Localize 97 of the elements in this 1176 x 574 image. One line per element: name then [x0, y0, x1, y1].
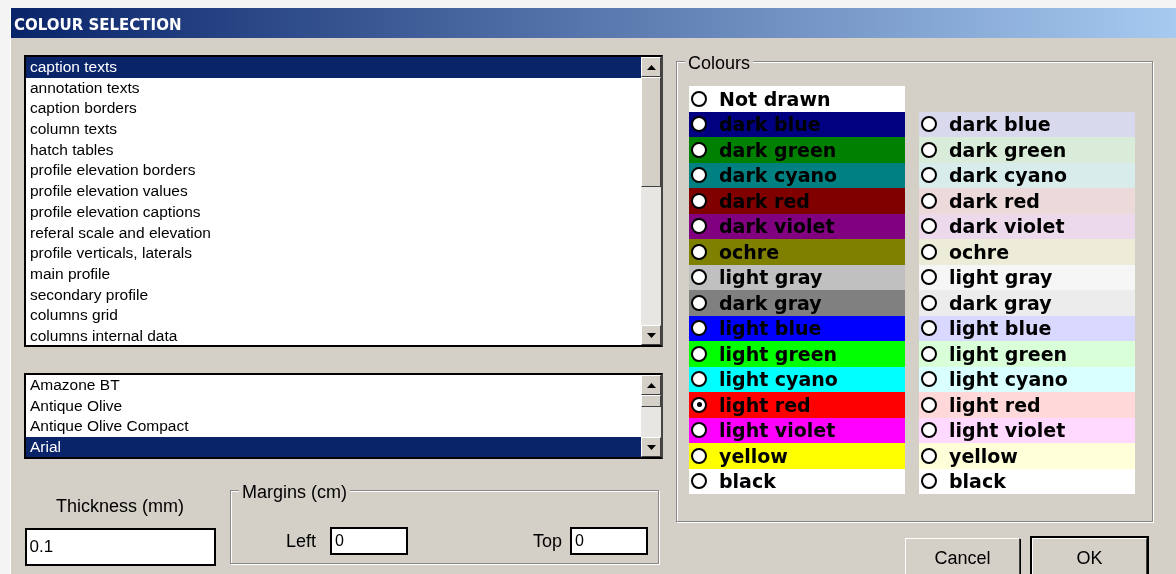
radio-icon	[691, 167, 707, 184]
colour-option[interactable]: light cyano	[689, 366, 905, 392]
colour-option[interactable]: ochre	[919, 239, 1135, 265]
list-item[interactable]: caption borders	[26, 98, 641, 120]
colour-option[interactable]: light gray	[919, 264, 1135, 290]
list-item[interactable]: hatch tables	[26, 139, 641, 161]
colour-option[interactable]: yellow	[919, 443, 1135, 469]
radio-icon	[691, 90, 707, 107]
input-field[interactable]: 0.1	[24, 528, 216, 566]
scroll-thumb[interactable]	[641, 77, 661, 187]
colour-option[interactable]: black	[689, 468, 905, 494]
radio-icon	[921, 422, 937, 439]
list-item[interactable]: profile elevation borders	[26, 160, 641, 182]
colour-option[interactable]: light red	[689, 392, 905, 418]
list-item[interactable]: columns internal data	[26, 325, 641, 345]
radio-icon	[691, 473, 707, 490]
radio-icon	[921, 269, 937, 286]
colour-option[interactable]: dark cyano	[919, 162, 1135, 188]
radio-icon	[691, 422, 707, 439]
colour-option[interactable]: light red	[919, 392, 1135, 418]
radio-icon	[921, 396, 937, 413]
scroll-down-icon	[646, 444, 656, 450]
colour-option[interactable]: dark red	[919, 188, 1135, 214]
radio-icon	[691, 218, 707, 235]
radio-icon	[691, 345, 707, 362]
radio-icon	[921, 167, 937, 184]
colour-option[interactable]: dark gray	[919, 290, 1135, 316]
colour-option[interactable]: dark gray	[689, 290, 905, 316]
radio-icon	[921, 320, 937, 337]
field-label: Left	[286, 529, 317, 553]
list-item[interactable]: secondary profile	[26, 284, 641, 306]
radio-icon	[921, 218, 937, 235]
radio-icon	[921, 345, 937, 362]
colour-option[interactable]: yellow	[689, 443, 905, 469]
radio-icon	[921, 141, 937, 158]
radio-icon	[691, 269, 707, 286]
radio-icon	[691, 320, 707, 337]
colour-option[interactable]: light gray	[689, 264, 905, 290]
list-item[interactable]: Antique Olive Compact	[26, 416, 641, 438]
window-title: COLOUR SELECTION	[14, 15, 182, 36]
colour-option[interactable]: dark green	[689, 137, 905, 163]
radio-icon	[921, 294, 937, 311]
list-item[interactable]: profile elevation captions	[26, 201, 641, 223]
colour-option[interactable]: Not drawn	[689, 86, 905, 112]
list-item[interactable]: caption texts	[26, 57, 641, 78]
radio-icon	[691, 141, 707, 158]
list-item[interactable]: referal scale and elevation	[26, 222, 641, 244]
list-item[interactable]: Amazone BT	[26, 375, 641, 396]
colour-option[interactable]: dark violet	[919, 213, 1135, 239]
radio-icon	[921, 447, 937, 464]
radio-icon	[921, 116, 937, 133]
radio-icon	[921, 371, 937, 388]
input-field[interactable]: 0	[330, 527, 409, 555]
colour-option[interactable]: light cyano	[919, 366, 1135, 392]
scroll-down-icon	[646, 332, 656, 338]
colour-option[interactable]: light green	[919, 341, 1135, 367]
list-item[interactable]: Antique Olive	[26, 395, 641, 417]
ok-button[interactable]: OK	[1032, 538, 1147, 574]
scroll-up-icon	[646, 382, 656, 388]
radio-icon	[691, 294, 707, 311]
scroll-thumb[interactable]	[641, 395, 661, 407]
colour-option[interactable]: dark green	[919, 137, 1135, 163]
list-item[interactable]: main profile	[26, 263, 641, 285]
radio-icon	[691, 116, 707, 133]
list-item[interactable]: column texts	[26, 119, 641, 140]
list-item[interactable]: profile verticals, laterals	[26, 243, 641, 264]
list-item[interactable]: Arial	[26, 437, 641, 457]
radio-icon	[691, 243, 707, 260]
colour-option[interactable]: light blue	[919, 315, 1135, 341]
field-label: Top	[532, 529, 562, 553]
cancel-button[interactable]: Cancel	[905, 538, 1020, 574]
scroll-up-button[interactable]	[641, 375, 661, 395]
input-field[interactable]: 0	[570, 527, 648, 555]
list-item[interactable]: annotation texts	[26, 77, 641, 99]
radio-icon	[691, 396, 707, 413]
list-box[interactable]: Amazone BT Antique Olive Antique Olive Compact Arial	[24, 373, 663, 459]
field-label: Thickness (mm)	[56, 495, 184, 518]
colour-option[interactable]: ochre	[689, 239, 905, 265]
radio-icon	[691, 192, 707, 209]
colour-option[interactable]: light green	[689, 341, 905, 367]
colour-option[interactable]: light violet	[919, 417, 1135, 443]
colour-option[interactable]: dark cyano	[689, 162, 905, 188]
radio-icon	[921, 192, 937, 209]
colour-option[interactable]: light violet	[689, 417, 905, 443]
colour-option[interactable]: dark blue	[919, 111, 1135, 137]
scroll-up-button[interactable]	[641, 57, 661, 77]
scroll-down-button[interactable]	[641, 325, 661, 345]
radio-icon	[691, 371, 707, 388]
radio-icon	[921, 243, 937, 260]
radio-icon	[691, 447, 707, 464]
list-item[interactable]: columns grid	[26, 305, 641, 326]
list-item[interactable]: profile elevation values	[26, 181, 641, 202]
colour-option[interactable]: black	[919, 468, 1135, 494]
list-box[interactable]	[24, 55, 663, 347]
radio-icon	[921, 473, 937, 490]
scroll-up-icon	[646, 64, 656, 70]
scroll-down-button[interactable]	[641, 437, 661, 457]
